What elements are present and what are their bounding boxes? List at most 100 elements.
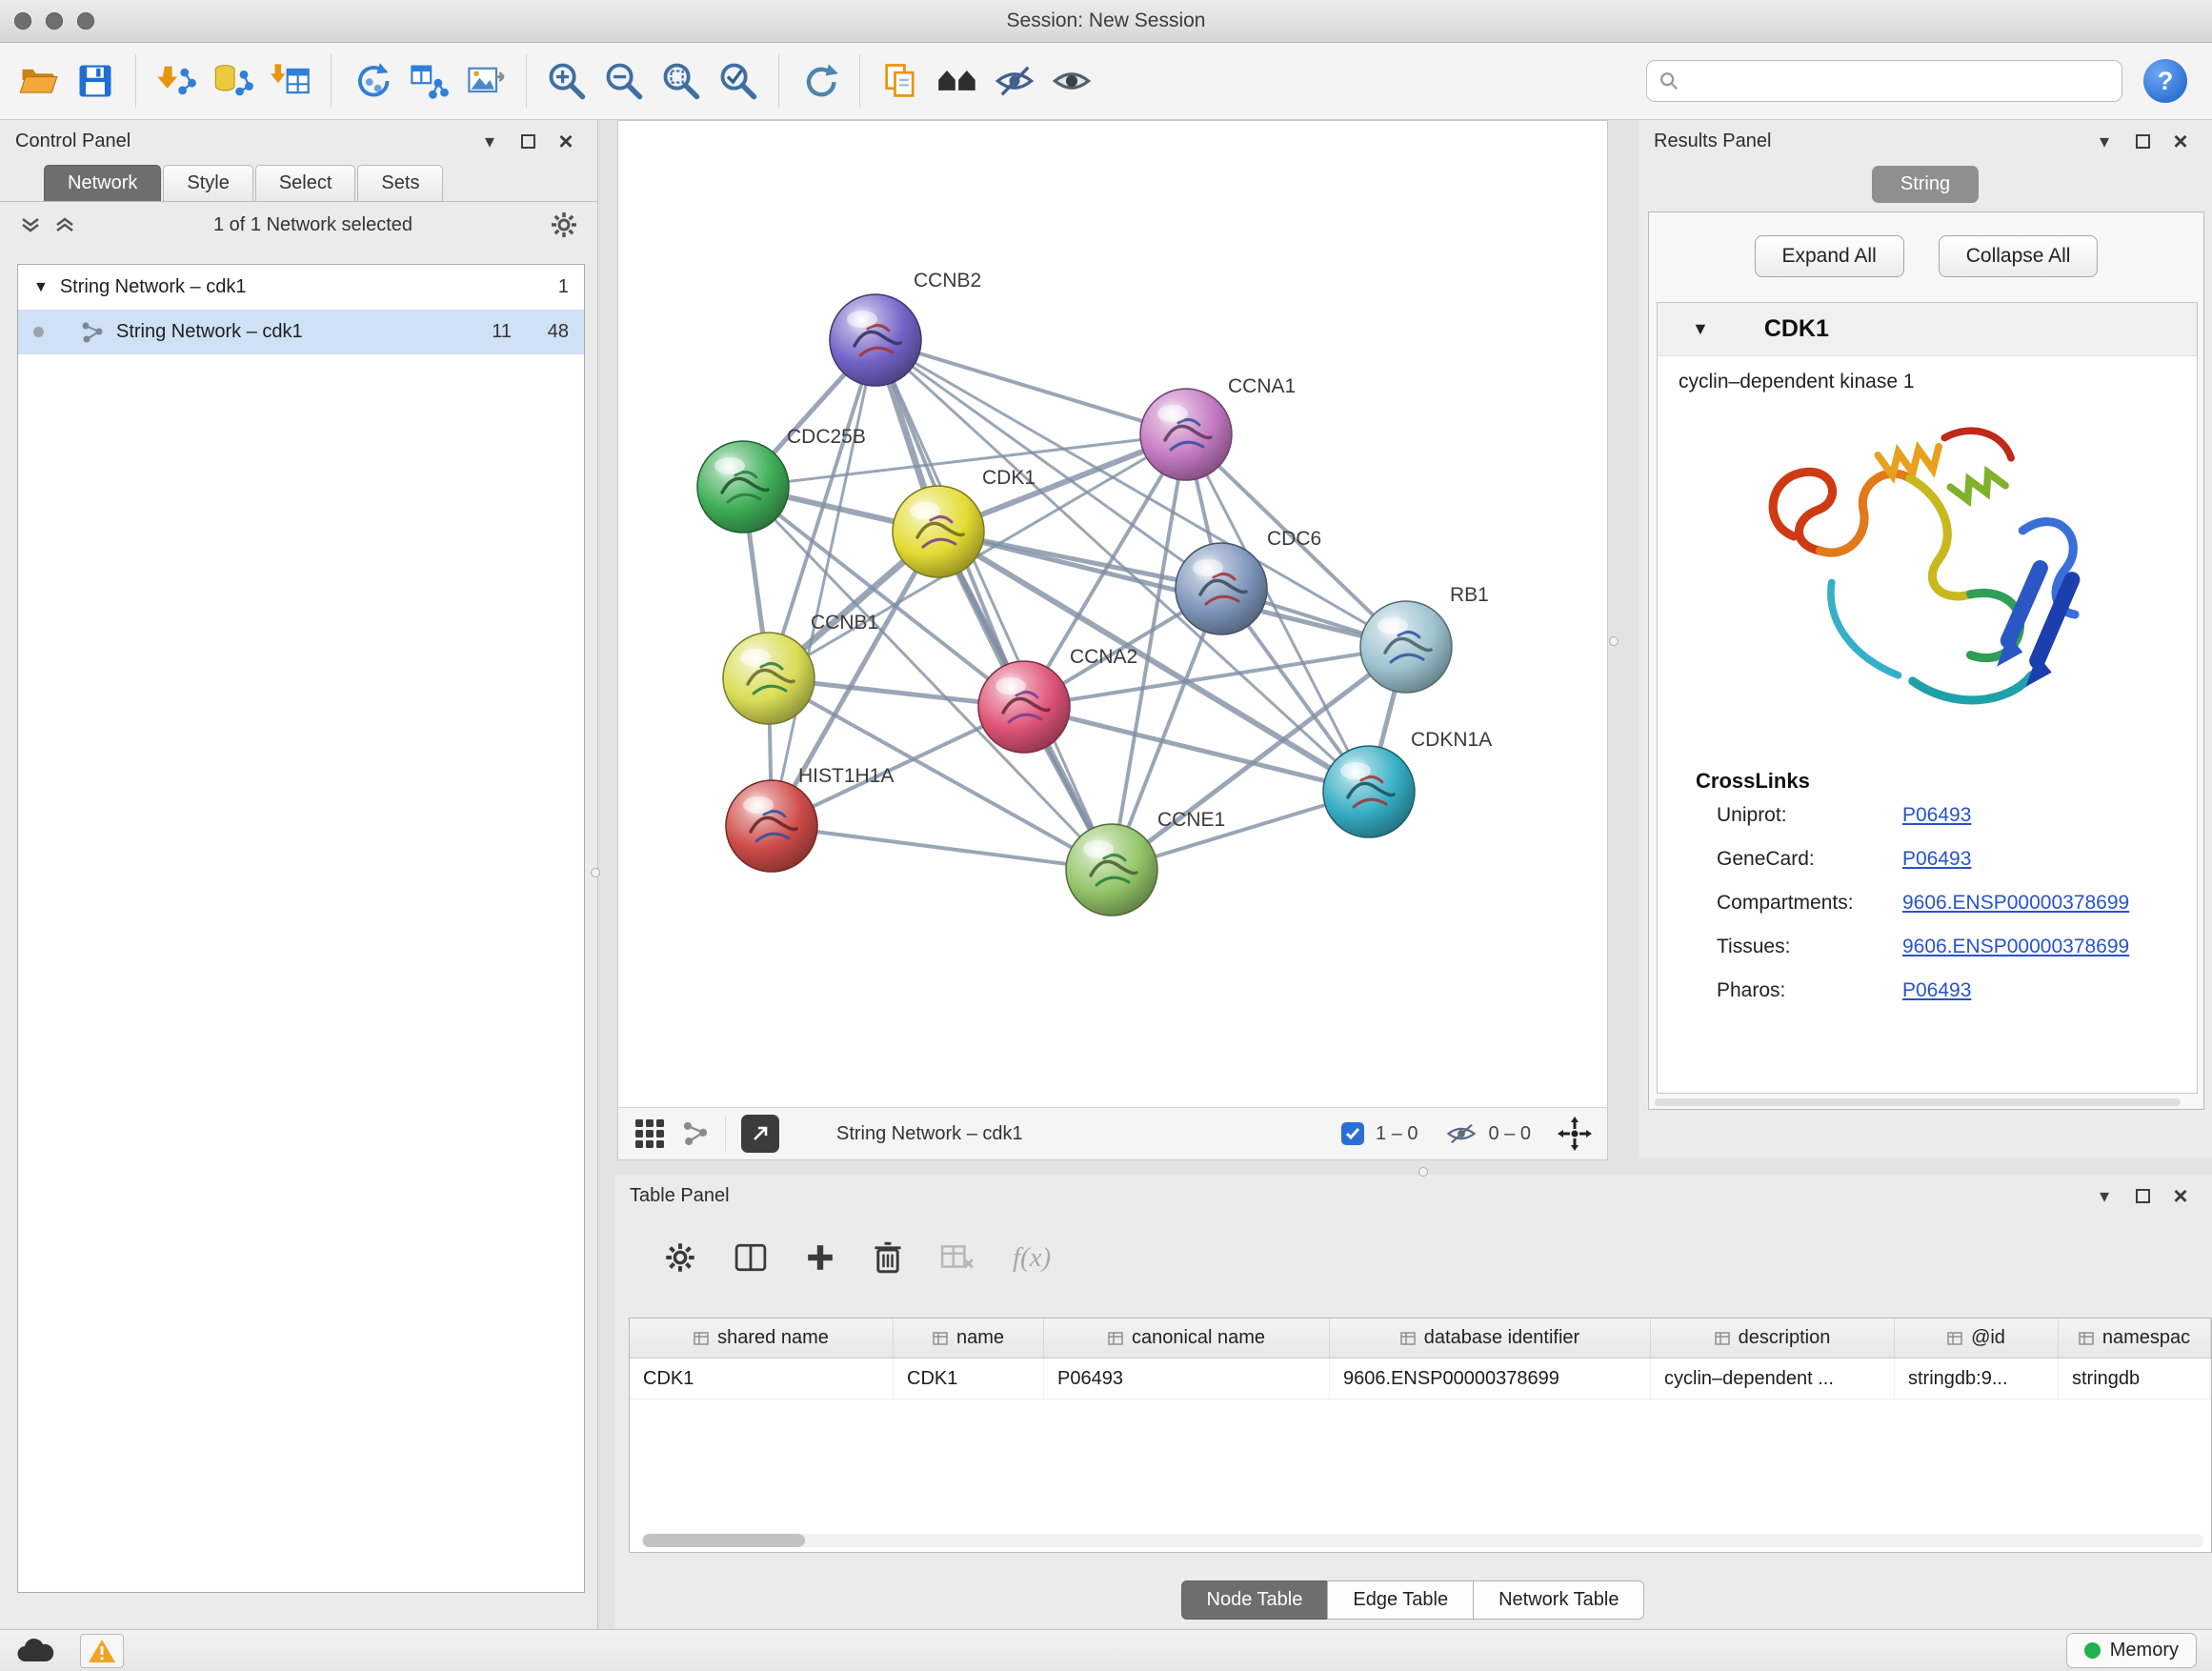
delete-column-icon[interactable] [874,1241,902,1274]
tab-network[interactable]: Network [44,165,161,201]
cell-canonical-name[interactable]: P06493 [1044,1359,1330,1399]
home-network-button[interactable] [929,51,986,111]
compartments-link[interactable]: 9606.ENSP00000378699 [1902,892,2129,915]
network-collection-row[interactable]: ▼ String Network – cdk1 1 [18,265,584,310]
column-header-id[interactable]: @id [1895,1319,2059,1358]
tab-sets[interactable]: Sets [357,165,443,201]
network-node-CDC25B[interactable] [697,441,789,533]
memory-button[interactable]: Memory [2066,1633,2197,1668]
panel-maximize-button[interactable] [512,127,544,155]
panel-maximize-button[interactable] [2126,127,2159,155]
zoom-in-button[interactable] [538,51,595,111]
panel-float-button[interactable]: ▾ [2088,127,2121,155]
add-column-icon[interactable] [805,1242,835,1273]
open-session-button[interactable] [10,51,67,111]
table-settings-gear-icon[interactable] [664,1241,696,1274]
zoom-selected-button[interactable] [710,51,767,111]
warnings-button[interactable] [80,1634,124,1668]
scrollbar-thumb[interactable] [643,1534,805,1547]
network-row-selected[interactable]: String Network – cdk1 11 48 [18,310,584,354]
panel-close-button[interactable]: × [550,127,582,155]
column-header-database-identifier[interactable]: database identifier [1330,1319,1651,1358]
collapse-all-icon[interactable] [19,215,42,234]
network-edge-HIST1H1A-CCNE1[interactable] [772,826,1112,870]
network-node-HIST1H1A[interactable] [726,780,817,872]
open-in-new-window-button[interactable] [741,1115,779,1153]
network-node-CCNB2[interactable] [830,294,921,386]
column-header-namespace[interactable]: namespac [2059,1319,2211,1358]
zoom-out-button[interactable] [595,51,653,111]
fit-content-crosshair-icon[interactable] [1558,1117,1592,1151]
expand-all-button[interactable]: Expand All [1755,235,1904,277]
network-node-CCNB1[interactable] [723,633,814,724]
hide-labels-button[interactable] [986,51,1043,111]
network-node-CCNE1[interactable] [1066,824,1157,916]
tab-select[interactable]: Select [255,165,356,201]
panel-maximize-button[interactable] [2126,1181,2159,1210]
save-session-button[interactable] [67,51,124,111]
hidden-eye-slash-icon[interactable] [1445,1121,1478,1146]
table-row[interactable]: CDK1 CDK1 P06493 9606.ENSP00000378699 cy… [630,1359,2211,1399]
export-image-button[interactable] [457,51,514,111]
network-node-CCNA2[interactable] [978,661,1070,753]
network-node-CDC6[interactable] [1176,543,1267,634]
cell-description[interactable]: cyclin–dependent ... [1651,1359,1895,1399]
cell-database-identifier[interactable]: 9606.ENSP00000378699 [1330,1359,1651,1399]
apply-preferred-layout-button[interactable] [791,51,848,111]
collapse-arrow-icon[interactable]: ▼ [33,279,49,296]
tissues-link[interactable]: 9606.ENSP00000378699 [1902,936,2129,958]
grid-view-icon[interactable] [633,1117,666,1150]
show-columns-icon[interactable] [734,1243,767,1272]
network-canvas[interactable]: CCNB2CCNA1CDC25BCDK1CDC6RB1CCNB1CCNA2CDK… [618,121,1607,1107]
network-node-RB1[interactable] [1360,601,1452,693]
tab-node-table[interactable]: Node Table [1181,1580,1329,1620]
help-button[interactable]: ? [2143,59,2187,103]
show-labels-button[interactable] [1043,51,1100,111]
expand-all-icon[interactable] [53,215,76,234]
tab-string[interactable]: String [1872,166,1979,203]
column-header-shared-name[interactable]: shared name [630,1319,894,1358]
import-table-from-file-button[interactable] [262,51,319,111]
network-node-CDK1[interactable] [893,486,984,577]
collapse-all-button[interactable]: Collapse All [1939,235,2099,277]
import-network-from-database-button[interactable] [205,51,262,111]
network-arrows-button[interactable] [343,51,400,111]
cell-shared-name[interactable]: CDK1 [630,1359,894,1399]
close-window-button[interactable] [14,12,31,30]
cell-namespace[interactable]: stringdb [2059,1359,2211,1399]
network-table-button[interactable] [400,51,457,111]
network-edge-CDK1-RB1[interactable] [938,532,1406,647]
tab-edge-table[interactable]: Edge Table [1327,1580,1474,1620]
network-edge-CCNB2-CCNA1[interactable] [875,340,1186,434]
collapse-arrow-icon[interactable]: ▼ [1692,319,1709,339]
right-splitter-handle[interactable] [1609,636,1619,646]
zoom-window-button[interactable] [77,12,94,30]
tab-network-table[interactable]: Network Table [1473,1580,1644,1620]
column-header-name[interactable]: name [894,1319,1044,1358]
panel-close-button[interactable]: × [2164,127,2197,155]
panel-float-button[interactable]: ▾ [2088,1181,2121,1210]
genecard-link[interactable]: P06493 [1902,848,1971,871]
table-horizontal-scrollbar[interactable] [641,1534,2203,1547]
panel-close-button[interactable]: × [2164,1181,2197,1210]
copy-document-button[interactable] [872,51,929,111]
tab-style[interactable]: Style [163,165,252,201]
cell-name[interactable]: CDK1 [894,1359,1044,1399]
pharos-link[interactable]: P06493 [1902,979,1971,1002]
network-node-CCNA1[interactable] [1140,389,1232,480]
bottom-splitter-handle[interactable] [1418,1167,1428,1177]
gear-icon[interactable] [550,211,578,239]
network-edge-CCNB2-HIST1H1A[interactable] [772,340,875,826]
uniprot-link[interactable]: P06493 [1902,804,1971,827]
results-scrollbar[interactable] [1655,1098,2181,1106]
cell-id[interactable]: stringdb:9... [1895,1359,2059,1399]
column-header-canonical-name[interactable]: canonical name [1044,1319,1330,1358]
left-splitter-handle[interactable] [591,868,600,877]
cloud-icon[interactable] [15,1637,55,1665]
column-header-description[interactable]: description [1651,1319,1895,1358]
network-node-CDKN1A[interactable] [1323,746,1415,837]
search-input[interactable] [1687,70,2110,92]
network-edge-CCNB2-CCNE1[interactable] [875,340,1112,870]
zoom-fit-button[interactable] [653,51,710,111]
share-network-icon[interactable] [681,1119,710,1148]
